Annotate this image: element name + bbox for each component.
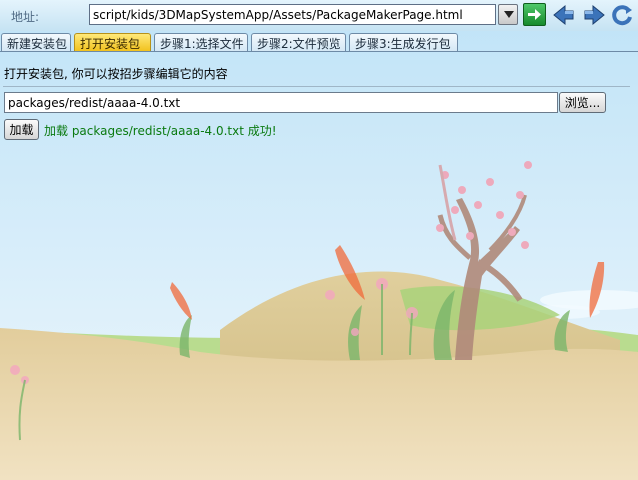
tab-open-package[interactable]: 打开安装包	[74, 33, 151, 51]
tab-divider	[0, 51, 638, 52]
address-input[interactable]	[89, 4, 496, 25]
refresh-icon[interactable]	[610, 3, 634, 27]
forward-arrow-icon[interactable]	[582, 3, 606, 27]
status-message: 加载 packages/redist/aaaa-4.0.txt 成功!	[44, 124, 277, 138]
tab-step1-select-files[interactable]: 步骤1:选择文件	[154, 33, 248, 51]
address-label: 地址:	[11, 10, 40, 24]
load-button[interactable]: 加载	[4, 119, 39, 140]
tab-new-package[interactable]: 新建安装包	[1, 33, 71, 51]
back-arrow-icon[interactable]	[552, 3, 576, 27]
file-path-input[interactable]	[4, 92, 558, 113]
go-button[interactable]	[523, 3, 546, 26]
address-bar: 地址:	[0, 0, 638, 31]
go-arrow-icon	[528, 9, 541, 20]
browse-button[interactable]: 浏览...	[559, 92, 606, 113]
separator-line	[3, 86, 630, 87]
instruction-text: 打开安装包, 你可以按招步骤编辑它的内容	[4, 67, 228, 81]
tab-step2-file-preview[interactable]: 步骤2:文件预览	[251, 33, 346, 51]
tab-step3-generate-release[interactable]: 步骤3:生成发行包	[349, 33, 458, 51]
chevron-down-icon	[504, 11, 514, 18]
address-dropdown-button[interactable]	[498, 4, 518, 25]
